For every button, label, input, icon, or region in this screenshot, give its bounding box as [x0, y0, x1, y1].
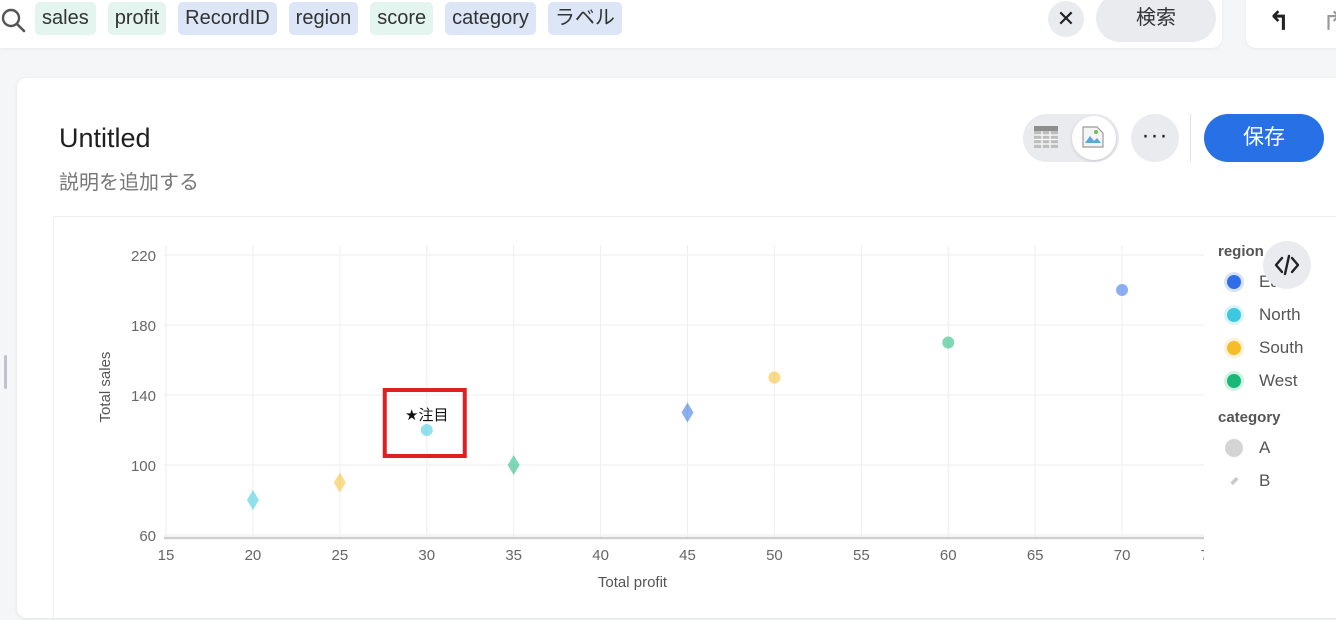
x-tick-label: 30: [418, 547, 435, 564]
search-token[interactable]: score: [370, 2, 434, 35]
y-tick-label: 220: [131, 248, 156, 265]
legend-item[interactable]: West: [1218, 364, 1336, 397]
x-tick-label: 40: [592, 547, 609, 564]
undo-icon[interactable]: ↰: [1268, 6, 1290, 37]
code-view-button[interactable]: [1263, 241, 1311, 289]
x-tick-label: 50: [766, 547, 783, 564]
y-tick-label: 60: [139, 528, 156, 545]
answer-description[interactable]: 説明を追加する: [59, 166, 199, 195]
table-icon[interactable]: [1033, 124, 1059, 150]
legend-swatch: [1227, 341, 1241, 355]
legend-swatch: [1225, 439, 1243, 457]
save-button[interactable]: 保存: [1204, 114, 1324, 162]
x-tick-label: 65: [1027, 547, 1044, 564]
data-point[interactable]: [507, 455, 520, 475]
legend-title-category: category: [1218, 409, 1281, 426]
data-point[interactable]: [681, 402, 694, 423]
legend-item[interactable]: A: [1218, 431, 1336, 464]
legend-label: South: [1259, 338, 1304, 357]
history-bar: ↰ ↱: [1246, 0, 1336, 48]
x-tick-label: 15: [158, 547, 175, 564]
y-axis-label: Total sales: [97, 352, 114, 423]
x-tick-label: 20: [245, 547, 262, 564]
toolbar-divider: [1190, 114, 1191, 162]
x-tick-label: 55: [853, 547, 870, 564]
legend-item[interactable]: South: [1218, 331, 1336, 364]
search-icon[interactable]: [0, 6, 30, 36]
data-point[interactable]: [942, 336, 955, 349]
view-toggle: [1023, 114, 1119, 162]
code-icon: [1274, 254, 1300, 276]
legend-swatch: [1227, 275, 1241, 289]
panel-resize-handle[interactable]: [4, 355, 7, 389]
x-tick-label: 35: [505, 547, 522, 564]
search-token[interactable]: ラベル: [547, 2, 622, 35]
search-button[interactable]: 検索: [1096, 0, 1216, 42]
legend-label: North: [1259, 305, 1301, 324]
search-token-list: sales profit RecordID region score category ラベ…: [35, 2, 622, 35]
data-point[interactable]: [420, 424, 433, 436]
broken-image-icon: [1082, 126, 1104, 148]
point-annotation-label: ★注目: [405, 406, 448, 424]
search-token[interactable]: sales: [35, 2, 96, 35]
data-point[interactable]: [1116, 284, 1129, 296]
search-token[interactable]: RecordID: [178, 2, 277, 35]
search-token[interactable]: region: [288, 2, 359, 35]
search-token[interactable]: profit: [107, 2, 167, 35]
y-tick-label: 180: [131, 318, 156, 335]
close-icon: ✕: [1056, 6, 1076, 31]
x-tick-label: 75: [1201, 547, 1204, 564]
chart-area: 60 100 140 180 220 15 20 25 30 35 40 45 50 55 60 65 70 75…: [53, 216, 1336, 620]
legend-swatch: [1227, 308, 1241, 322]
search-bar: sales profit RecordID region score category ラベ…: [0, 0, 1222, 48]
redo-icon[interactable]: ↱: [1322, 6, 1336, 37]
answer-card: Untitled 説明を追加する ··· 保存 60 100 140 180 220 15…: [17, 78, 1336, 620]
legend-swatch: [1227, 374, 1241, 388]
legend-label: A: [1259, 438, 1271, 457]
x-tick-label: 45: [679, 547, 696, 564]
more-options-button[interactable]: ···: [1131, 114, 1179, 162]
scatter-plot: 60 100 140 180 220 15 20 25 30 35 40 45 50 55 60 65 70 75…: [97, 245, 1204, 591]
x-tick-label: 25: [331, 547, 348, 564]
y-tick-label: 100: [131, 458, 156, 475]
clear-search-button[interactable]: ✕: [1048, 1, 1084, 37]
data-point[interactable]: [246, 490, 259, 510]
x-tick-label: 60: [940, 547, 957, 564]
data-point[interactable]: [768, 371, 781, 384]
y-tick-label: 140: [131, 388, 156, 405]
legend-label: B: [1259, 471, 1271, 490]
search-token[interactable]: category: [445, 2, 536, 35]
legend-item[interactable]: B: [1218, 464, 1336, 497]
legend-swatch: [1230, 476, 1239, 486]
data-point[interactable]: [333, 472, 346, 493]
legend-label: West: [1259, 371, 1298, 390]
x-tick-label: 70: [1114, 547, 1131, 564]
answer-title[interactable]: Untitled: [59, 123, 151, 154]
legend-item[interactable]: North: [1218, 298, 1336, 331]
x-axis-label: Total profit: [598, 574, 668, 591]
chart-view-button[interactable]: [1072, 116, 1116, 160]
